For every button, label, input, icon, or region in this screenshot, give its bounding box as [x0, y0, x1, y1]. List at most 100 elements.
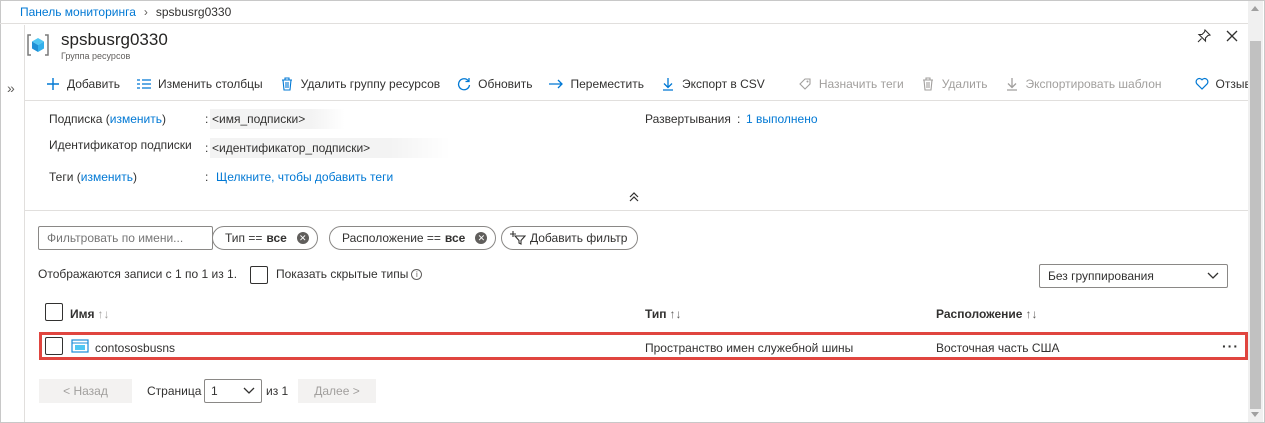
add-tags-link[interactable]: Щелкните, чтобы добавить теги: [216, 170, 393, 184]
refresh-button[interactable]: Обновить: [456, 76, 532, 92]
show-hidden-types-checkbox[interactable]: [250, 266, 268, 284]
info-icon[interactable]: i: [411, 269, 423, 280]
add-filter-button[interactable]: Добавить фильтр: [501, 226, 639, 250]
download-icon: [660, 76, 676, 92]
page-select[interactable]: 1: [204, 379, 262, 403]
chevron-down-icon: [1207, 272, 1219, 279]
column-header-type[interactable]: Тип ↑↓: [645, 307, 682, 321]
select-all-checkbox[interactable]: [45, 303, 63, 321]
sort-icon: ↑↓: [669, 307, 682, 321]
scrollbar-thumb[interactable]: [1250, 41, 1261, 409]
page-label: Страница: [147, 384, 202, 398]
plus-icon: [45, 76, 61, 92]
columns-icon: [136, 76, 152, 92]
row-checkbox[interactable]: [45, 337, 63, 355]
subscription-change-link[interactable]: изменить: [110, 112, 162, 126]
trash-icon: [920, 76, 936, 92]
grouping-value: Без группирования: [1048, 269, 1154, 283]
page-title: spsbusrg0330: [61, 30, 168, 49]
arrow-right-icon: [548, 76, 564, 92]
breadcrumb: Панель мониторинга › spsbusrg0330: [0, 0, 1263, 24]
grouping-select[interactable]: Без группирования: [1039, 264, 1228, 288]
delete-resource-group-label: Удалить группу ресурсов: [300, 76, 441, 91]
export-template-button[interactable]: Экспортировать шаблон: [1004, 76, 1162, 92]
assign-tags-button[interactable]: Назначить теги: [797, 76, 904, 92]
show-hidden-types-label: Показать скрытые типы i: [276, 267, 423, 281]
page-value: 1: [211, 384, 218, 398]
colon: :: [737, 112, 741, 126]
type-filter-value: все: [266, 231, 287, 245]
essentials-panel: Подписка (изменить) : <имя_подписки> Иде…: [25, 101, 1248, 211]
export-template-label: Экспортировать шаблон: [1025, 76, 1162, 91]
download-icon: [1004, 76, 1020, 92]
refresh-label: Обновить: [478, 76, 533, 91]
service-bus-namespace-icon: [71, 338, 89, 357]
resource-group-icon: [27, 34, 49, 56]
assign-tags-label: Назначить теги: [818, 76, 904, 91]
prev-page-button[interactable]: < Назад: [39, 379, 132, 403]
chevron-down-icon: [243, 387, 255, 394]
delete-label: Удалить: [941, 76, 988, 91]
resource-type: Пространство имен служебной шины: [645, 341, 854, 355]
deployments-link[interactable]: 1 выполнено: [746, 112, 818, 126]
remove-filter-icon[interactable]: ✕: [475, 232, 488, 244]
blade-header: spsbusrg0330 Группа ресурсов: [25, 25, 1248, 67]
breadcrumb-current: spsbusrg0330: [155, 4, 232, 19]
type-filter-pill[interactable]: Тип == все ✕: [212, 226, 318, 250]
export-csv-label: Экспорт в CSV: [682, 76, 765, 91]
more-options-icon[interactable]: ···: [1222, 338, 1239, 354]
sort-icon: ↑↓: [97, 307, 110, 321]
tags-change-link[interactable]: изменить: [81, 170, 133, 184]
refresh-icon: [456, 76, 472, 92]
column-header-name[interactable]: Имя ↑↓: [70, 307, 110, 321]
expand-menu-icon[interactable]: »: [7, 80, 15, 96]
tag-icon: [797, 76, 813, 92]
add-button[interactable]: Добавить: [45, 76, 120, 92]
location-filter-label: Расположение ==: [342, 231, 441, 245]
move-button[interactable]: Переместить: [548, 76, 644, 92]
breadcrumb-separator-icon: ›: [143, 4, 148, 19]
colon: :: [205, 170, 209, 184]
resource-name-link[interactable]: contososbusns: [95, 341, 175, 355]
colon: :: [205, 112, 209, 126]
next-page-button[interactable]: Далее >: [298, 379, 376, 403]
tags-label: Теги (изменить): [49, 170, 137, 184]
type-filter-label: Тип ==: [225, 231, 263, 245]
location-filter-value: все: [444, 231, 466, 245]
delete-button[interactable]: Удалить: [920, 76, 988, 92]
breadcrumb-dashboard-link[interactable]: Панель мониторинга: [20, 5, 136, 19]
trash-icon: [279, 76, 295, 92]
column-header-location[interactable]: Расположение ↑↓: [936, 307, 1037, 321]
filter-by-name-input[interactable]: [38, 226, 213, 250]
heart-icon: [1194, 76, 1210, 92]
add-label: Добавить: [67, 76, 121, 91]
move-label: Переместить: [570, 76, 644, 91]
subscription-id-value: <идентификатор_подписки>: [210, 138, 450, 158]
table-row[interactable]: contososbusns Пространство имен служебно…: [39, 332, 1248, 360]
subscription-value: <имя_подписки>: [210, 109, 345, 129]
sort-icon: ↑↓: [1025, 307, 1038, 321]
add-filter-label: Добавить фильтр: [530, 231, 628, 245]
subscription-id-label: Идентификатор подписки: [49, 138, 192, 152]
location-filter-pill[interactable]: Расположение == все ✕: [329, 226, 497, 250]
records-count-text: Отображаются записи с 1 по 1 из 1.: [38, 267, 238, 281]
resource-list-area: Тип ==все ✕ Расположение ==все ✕ Добавит…: [25, 211, 1248, 411]
scroll-down-icon[interactable]: [1251, 412, 1259, 417]
colon: :: [205, 141, 209, 155]
delete-resource-group-button[interactable]: Удалить группу ресурсов: [279, 76, 440, 92]
left-rail: »: [0, 25, 25, 422]
subscription-label: Подписка (изменить): [49, 112, 166, 126]
close-icon[interactable]: [1223, 29, 1241, 47]
vertical-scrollbar[interactable]: [1248, 1, 1263, 422]
add-filter-icon: [510, 231, 526, 245]
scroll-up-icon[interactable]: [1251, 6, 1259, 11]
collapse-essentials-icon[interactable]: [629, 191, 639, 205]
deployments-label: Развертывания: [645, 112, 731, 126]
edit-columns-button[interactable]: Изменить столбцы: [136, 76, 263, 92]
pin-icon[interactable]: [1195, 28, 1213, 47]
page-total: из 1: [266, 384, 289, 398]
export-csv-button[interactable]: Экспорт в CSV: [660, 76, 765, 92]
page-subtitle: Группа ресурсов: [61, 51, 131, 61]
remove-filter-icon[interactable]: ✕: [296, 232, 309, 244]
resource-location: Восточная часть США: [936, 341, 1060, 355]
